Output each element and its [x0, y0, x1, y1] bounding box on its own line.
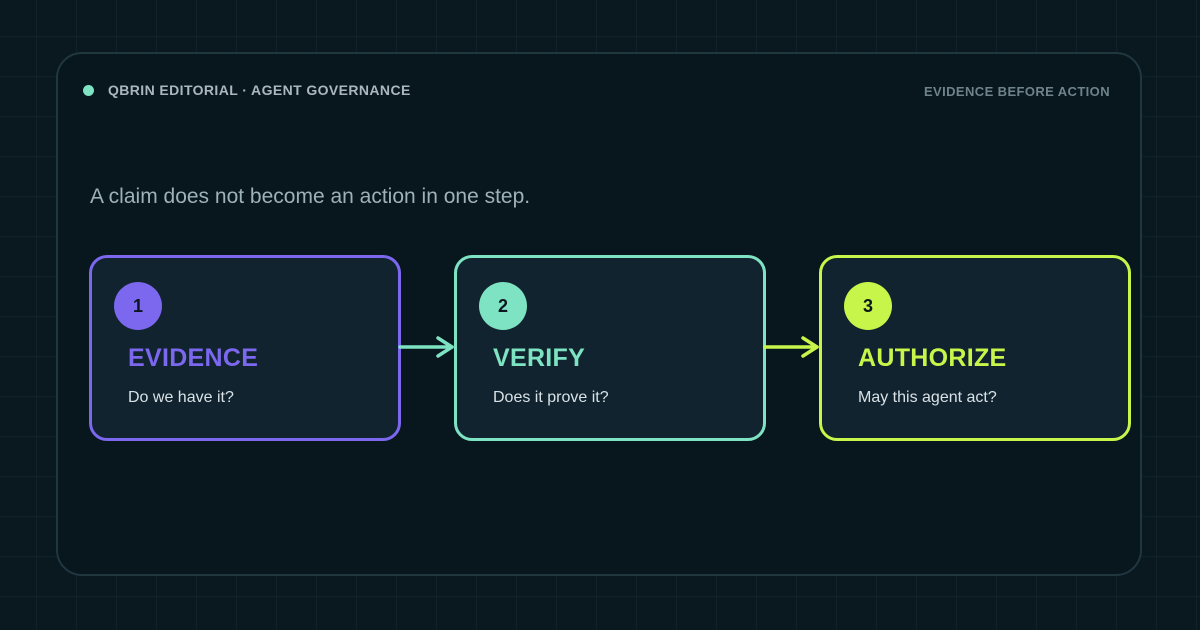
arrow-right-icon — [763, 336, 819, 358]
step-title: VERIFY — [493, 344, 586, 372]
status-dot-icon — [83, 84, 94, 96]
step-card-verify: 2 VERIFY Does it prove it? — [454, 255, 766, 441]
step-card-authorize: 3 AUTHORIZE May this agent act? — [819, 255, 1131, 441]
step-title: EVIDENCE — [128, 344, 259, 372]
step-subtitle: May this agent act? — [858, 389, 997, 406]
headline: A claim does not become an action in one… — [90, 185, 531, 208]
arrow-right-icon — [398, 336, 454, 358]
step-number-badge: 2 — [479, 282, 527, 330]
step-number-badge: 1 — [114, 282, 162, 330]
brand-label: QBRIN EDITORIAL · AGENT GOVERNANCE — [108, 82, 411, 98]
step-title: AUTHORIZE — [858, 344, 1007, 372]
step-card-evidence: 1 EVIDENCE Do we have it? — [89, 255, 401, 441]
brand-header: QBRIN EDITORIAL · AGENT GOVERNANCE — [83, 82, 411, 98]
step-subtitle: Does it prove it? — [493, 389, 609, 406]
tagline: EVIDENCE BEFORE ACTION — [923, 84, 1110, 99]
step-subtitle: Do we have it? — [128, 389, 234, 406]
step-number-badge: 3 — [844, 282, 892, 330]
